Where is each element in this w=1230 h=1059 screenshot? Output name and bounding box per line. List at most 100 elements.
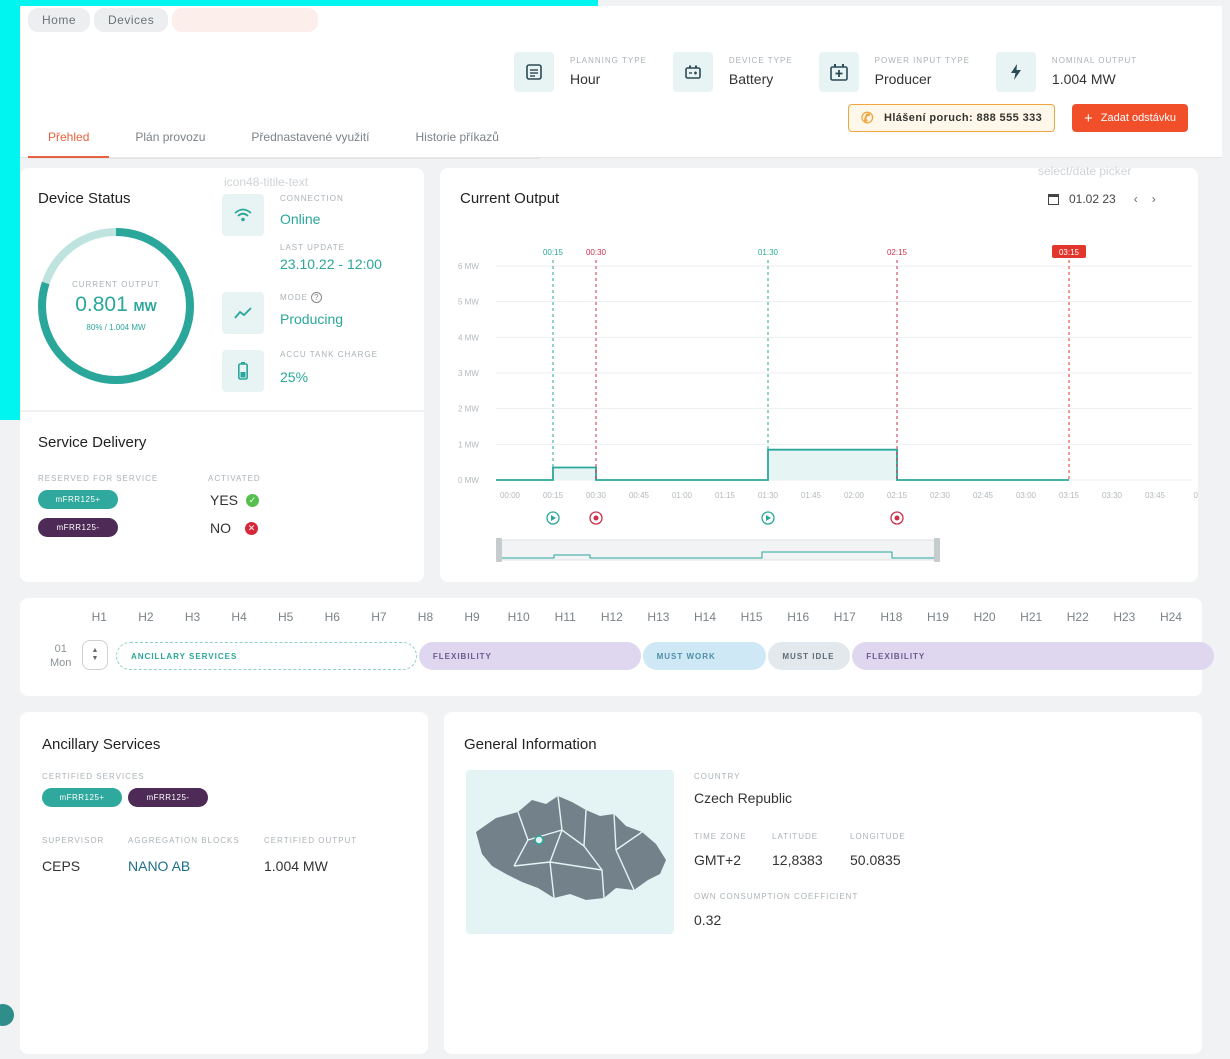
latitude-label: LATITUDE bbox=[772, 832, 819, 841]
marker-label: 03:15 bbox=[1059, 248, 1080, 257]
marker-label: 00:15 bbox=[543, 248, 564, 257]
tab-overview[interactable]: Přehled bbox=[28, 122, 110, 158]
check-icon: ✓ bbox=[246, 493, 260, 507]
connection-label: CONNECTION bbox=[280, 194, 344, 203]
y-tick-label: 6 MW bbox=[458, 262, 479, 271]
stat-planning-type: PLANNING TYPE Hour bbox=[514, 52, 647, 92]
x-tick-label: 02:30 bbox=[930, 491, 951, 500]
tab-operation-plan[interactable]: Plán provozu bbox=[115, 122, 225, 158]
chevron-down-icon[interactable]: ▼ bbox=[92, 655, 99, 663]
device-stats: PLANNING TYPE Hour DEVICE TYPE Battery P… bbox=[514, 52, 1163, 92]
output-area bbox=[768, 449, 897, 480]
plan-segment[interactable]: FLEXIBILITY bbox=[418, 642, 641, 670]
hour-label: H24 bbox=[1159, 610, 1182, 624]
tank-label: ACCU TANK CHARGE bbox=[280, 350, 378, 359]
phone-icon: ✆ bbox=[861, 110, 874, 127]
ancillary-title: Ancillary Services bbox=[42, 736, 161, 753]
cross-icon: ✕ bbox=[245, 521, 258, 535]
country-label: COUNTRY bbox=[694, 772, 741, 781]
x-tick-label: 02:45 bbox=[973, 491, 994, 500]
plus-icon: + bbox=[1084, 109, 1093, 127]
tab-command-history[interactable]: Historie příkazů bbox=[396, 122, 519, 158]
mode-row: MODE ? Producing bbox=[222, 292, 343, 334]
plan-segment[interactable]: ANCILLARY SERVICES bbox=[116, 642, 417, 670]
plan-segment[interactable]: MUST IDLE bbox=[768, 642, 851, 670]
marker-label: 01:30 bbox=[758, 248, 779, 257]
certified-output-label: CERTIFIED OUTPUT bbox=[264, 836, 358, 845]
location-pin-icon bbox=[534, 835, 544, 845]
floating-dot[interactable] bbox=[0, 1004, 14, 1026]
mode-label: MODE ? bbox=[280, 292, 343, 303]
breadcrumb-devices[interactable]: Devices bbox=[94, 8, 169, 32]
hour-label: H13 bbox=[647, 610, 670, 624]
latitude-value: 12,8383 bbox=[772, 852, 823, 868]
day-stepper[interactable]: ▲ ▼ bbox=[82, 640, 108, 670]
hour-label: H9 bbox=[464, 610, 480, 624]
ancillary-services-card: Ancillary Services CERTIFIED SERVICES mF… bbox=[20, 712, 428, 1054]
wifi-icon bbox=[222, 194, 264, 236]
x-tick-label: 03:45 bbox=[1145, 491, 1166, 500]
output-chart[interactable]: 6 MW 5 MW 4 MW 3 MW 2 MW 1 MW 0 MW 00:00 00:15 00… bbox=[440, 168, 1198, 582]
certified-services-label: CERTIFIED SERVICES bbox=[42, 772, 145, 781]
y-tick-label: 3 MW bbox=[458, 369, 479, 378]
aggregation-link[interactable]: NANO AB bbox=[128, 858, 190, 874]
marker-label: 02:15 bbox=[887, 248, 908, 257]
lightning-icon bbox=[995, 52, 1036, 92]
hour-label: H2 bbox=[138, 610, 154, 624]
service-pill: mFRR125+ bbox=[38, 490, 118, 509]
plan-segment[interactable]: MUST WORK bbox=[642, 642, 767, 670]
stat-value: Hour bbox=[570, 71, 601, 87]
highlight-bar bbox=[0, 0, 598, 6]
day-label: 01 Mon bbox=[50, 643, 72, 669]
service-delivery-card: Service Delivery RESERVED FOR SERVICE AC… bbox=[20, 412, 424, 582]
play-glyph bbox=[551, 515, 556, 521]
chevron-up-icon[interactable]: ▲ bbox=[92, 647, 99, 655]
fault-hotline-label: Hlášení poruch: 888 555 333 bbox=[883, 112, 1043, 124]
country-value: Czech Republic bbox=[694, 790, 793, 806]
stop-glyph bbox=[894, 515, 900, 521]
stat-value: Battery bbox=[728, 71, 774, 87]
stat-label: NOMINAL OUTPUT bbox=[1051, 56, 1138, 65]
hour-label: H16 bbox=[787, 610, 810, 624]
plan-segment[interactable]: FLEXIBILITY bbox=[852, 642, 1214, 670]
certified-output-value: 1.004 MW bbox=[264, 858, 328, 874]
x-tick-label: 03:00 bbox=[1016, 491, 1037, 500]
service-pill: mFRR125- bbox=[38, 518, 118, 537]
output-ring: CURRENT OUTPUT 0.801 MW 80% / 1.004 MW bbox=[36, 226, 196, 386]
y-tick-label: 2 MW bbox=[458, 405, 479, 414]
tab-bar: Přehled Plán provozu Přednastavené využi… bbox=[28, 122, 540, 159]
x-tick-label: 01:15 bbox=[715, 491, 736, 500]
connection-row: CONNECTION Online LAST UPDATE 23.10.22 -… bbox=[222, 194, 382, 272]
current-output-label: CURRENT OUTPUT bbox=[71, 280, 161, 289]
hour-label: H15 bbox=[740, 610, 763, 624]
device-status-card: Device Status icon48-titile-text CURRENT… bbox=[20, 168, 424, 410]
breadcrumb-home[interactable]: Home bbox=[28, 8, 91, 32]
tab-preset-usage[interactable]: Přednastavené využití bbox=[231, 122, 389, 158]
x-tick-label: 01:45 bbox=[801, 491, 822, 500]
country-map[interactable] bbox=[466, 770, 674, 934]
coefficient-value: 0.32 bbox=[694, 912, 722, 928]
range-navigator bbox=[497, 539, 939, 561]
y-tick-label: 0 MW bbox=[458, 476, 479, 485]
marker-label: 00:30 bbox=[586, 248, 607, 257]
timezone-label: TIME ZONE bbox=[694, 832, 747, 841]
help-icon[interactable]: ? bbox=[311, 292, 323, 303]
x-tick-label: 01:30 bbox=[758, 491, 779, 500]
current-output-value: 0.801 MW bbox=[75, 293, 157, 316]
reserved-label: RESERVED FOR SERVICE bbox=[38, 474, 159, 483]
general-information-card: General Information COUNTRY Czech Republ… bbox=[444, 712, 1202, 1054]
add-outage-label: Zadat odstávku bbox=[1100, 112, 1176, 124]
hour-label: H20 bbox=[973, 610, 996, 624]
hour-label: H19 bbox=[926, 610, 949, 624]
highlight-block bbox=[0, 0, 20, 420]
add-outage-button[interactable]: + Zadat odstávku bbox=[1072, 104, 1188, 132]
x-tick-label: 00:30 bbox=[586, 491, 607, 500]
certified-service-pill: mFRR125- bbox=[128, 788, 208, 807]
trend-up-icon bbox=[222, 292, 264, 334]
last-update-label: LAST UPDATE bbox=[280, 243, 345, 252]
hour-label: H1 bbox=[91, 610, 107, 624]
stat-nominal-output: NOMINAL OUTPUT 1.004 MW bbox=[995, 52, 1138, 92]
fault-hotline-button[interactable]: ✆ Hlášení poruch: 888 555 333 bbox=[848, 104, 1056, 132]
hour-label: H7 bbox=[371, 610, 387, 624]
x-tick-label: 02:15 bbox=[887, 491, 908, 500]
